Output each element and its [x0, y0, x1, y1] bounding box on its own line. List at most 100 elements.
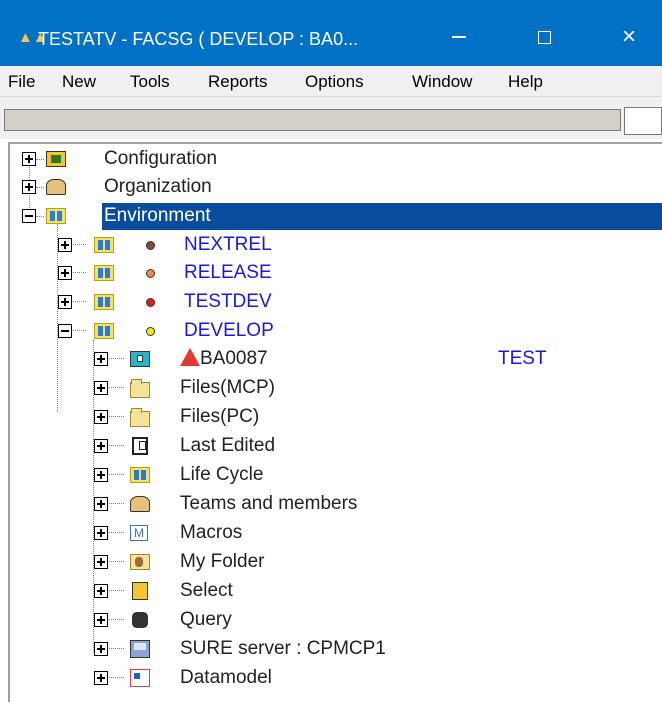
close-icon: ×	[621, 23, 636, 50]
tree-node-label: Query	[180, 609, 232, 630]
expand-toggle[interactable]	[94, 439, 108, 453]
expand-toggle[interactable]	[94, 352, 108, 366]
expand-toggle[interactable]	[94, 671, 108, 685]
tree-node-label: Files(MCP)	[180, 377, 275, 398]
status-dot	[146, 298, 155, 307]
tree-node-label: Teams and members	[180, 493, 358, 514]
tree-node-environment[interactable]: Environment	[10, 201, 662, 229]
tree-node-sure-server[interactable]: SURE server : CPMCP1	[10, 634, 662, 662]
expand-toggle[interactable]	[94, 555, 108, 569]
environment-icon	[46, 208, 66, 224]
tree-node-env-testdev[interactable]: TESTDEV	[10, 287, 662, 315]
last-edited-icon	[132, 437, 148, 455]
tree-node-query[interactable]: Query	[10, 605, 662, 633]
expand-toggle[interactable]	[22, 180, 36, 194]
tree-node-label: NEXTREL	[184, 234, 272, 255]
configuration-icon	[46, 151, 66, 167]
minimize-icon	[452, 36, 466, 38]
tree-node-label: RELEASE	[184, 262, 272, 283]
tree-node-macros[interactable]: M Macros	[10, 518, 662, 546]
speech-bubble-icon[interactable]	[624, 107, 662, 135]
expand-toggle[interactable]	[94, 613, 108, 627]
server-icon	[130, 640, 150, 658]
tree-node-files-pc[interactable]: Files(PC)	[10, 402, 662, 430]
tree-node-env-release[interactable]: RELEASE	[10, 258, 662, 286]
tree-view[interactable]: Configuration Organization Environment N…	[8, 142, 662, 702]
tree-node-ba0087[interactable]: BA0087 TEST	[10, 344, 662, 372]
tree-node-env-nextrel[interactable]: NEXTREL	[10, 230, 662, 258]
organization-icon	[46, 179, 66, 195]
tree-node-label: Macros	[180, 522, 243, 543]
menu-file[interactable]: File	[8, 72, 35, 92]
tree-node-life-cycle[interactable]: Life Cycle	[10, 460, 662, 488]
maximize-icon	[537, 30, 551, 44]
tree-node-label: My Folder	[180, 551, 265, 572]
status-field	[4, 109, 621, 131]
menu-bar: File New Tools Reports Options Window He…	[0, 66, 662, 96]
menu-tools[interactable]: Tools	[130, 72, 170, 92]
collapse-toggle[interactable]	[58, 324, 72, 338]
monitor-icon	[130, 351, 150, 367]
tree-node-label: BA0087	[200, 348, 268, 369]
tree-node-label: Organization	[104, 176, 212, 197]
status-dot	[146, 241, 155, 250]
expand-toggle[interactable]	[94, 642, 108, 656]
expand-toggle[interactable]	[22, 152, 36, 166]
expand-toggle[interactable]	[94, 468, 108, 482]
tree-node-label: TESTDEV	[184, 291, 272, 312]
tree-node-last-edited[interactable]: Last Edited	[10, 431, 662, 459]
expand-toggle[interactable]	[94, 526, 108, 540]
environment-icon	[94, 294, 114, 310]
expand-toggle[interactable]	[58, 238, 72, 252]
tree-node-configuration[interactable]: Configuration	[10, 144, 662, 172]
menu-reports[interactable]: Reports	[208, 72, 268, 92]
expand-toggle[interactable]	[94, 497, 108, 511]
menu-options[interactable]: Options	[305, 72, 364, 92]
environment-icon	[94, 265, 114, 281]
folder-icon	[130, 408, 150, 427]
macros-icon: M	[130, 525, 148, 541]
tree-node-teams[interactable]: Teams and members	[10, 489, 662, 517]
select-icon	[132, 582, 148, 600]
menu-help[interactable]: Help	[508, 72, 543, 92]
close-button[interactable]: ×	[600, 14, 658, 60]
status-dot	[146, 327, 155, 336]
tree-node-datamodel[interactable]: Datamodel	[10, 663, 662, 691]
my-folder-icon	[130, 554, 150, 570]
tree-node-files-mcp[interactable]: Files(MCP)	[10, 373, 662, 401]
tree-node-label: Configuration	[104, 148, 218, 169]
tree-node-select[interactable]: Select	[10, 576, 662, 604]
collapse-toggle[interactable]	[22, 209, 36, 223]
toolbar	[0, 96, 662, 139]
environment-icon	[94, 237, 114, 253]
datamodel-icon	[130, 669, 150, 687]
menu-new[interactable]: New	[62, 72, 96, 92]
tree-node-label: Select	[180, 580, 233, 601]
minimize-button[interactable]	[430, 14, 488, 60]
tree-node-label: Last Edited	[180, 435, 276, 456]
tree-node-label: Life Cycle	[180, 464, 264, 485]
query-icon	[132, 612, 148, 628]
maximize-button[interactable]	[515, 14, 573, 60]
window-title: TESTATV - FACSG ( DEVELOP : BA0...	[38, 29, 359, 49]
tree-node-label: Files(PC)	[180, 406, 260, 427]
tree-node-my-folder[interactable]: My Folder	[10, 547, 662, 575]
expand-toggle[interactable]	[94, 381, 108, 395]
warning-icon	[180, 348, 200, 366]
teams-icon	[130, 496, 150, 512]
title-bar: ▲▲ TESTATV - FACSG ( DEVELOP : BA0... ×	[0, 0, 662, 66]
tree-node-label: SURE server : CPMCP1	[180, 638, 386, 659]
tree-node-label: Environment	[104, 205, 211, 226]
expand-toggle[interactable]	[58, 295, 72, 309]
folder-icon	[130, 379, 150, 398]
tree-node-organization[interactable]: Organization	[10, 172, 662, 200]
tree-node-label: Datamodel	[180, 667, 272, 688]
expand-toggle[interactable]	[94, 410, 108, 424]
environment-tag: TEST	[498, 348, 547, 369]
tree-node-env-develop[interactable]: DEVELOP	[10, 316, 662, 344]
tree-node-label: DEVELOP	[184, 320, 274, 341]
expand-toggle[interactable]	[58, 266, 72, 280]
menu-window[interactable]: Window	[412, 72, 472, 92]
environment-icon	[94, 323, 114, 339]
expand-toggle[interactable]	[94, 584, 108, 598]
